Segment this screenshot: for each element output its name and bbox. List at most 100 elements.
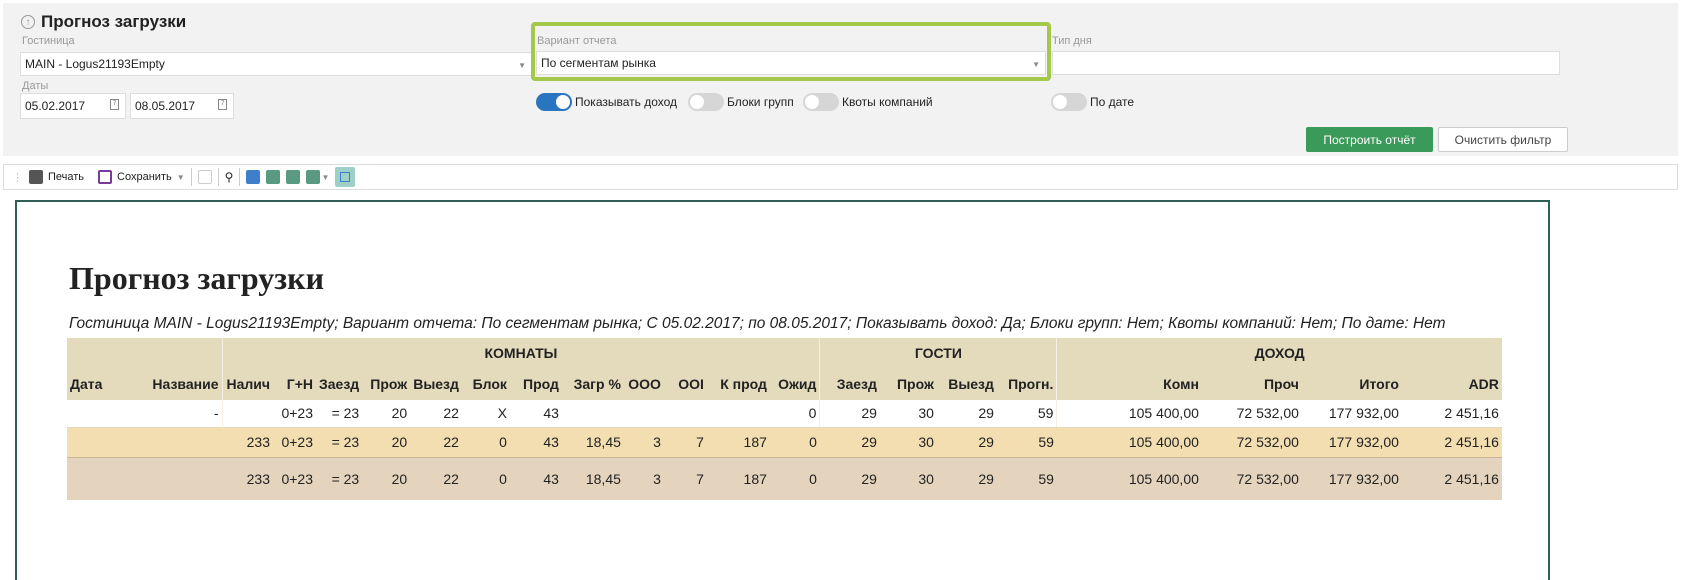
table-cell: 7 — [663, 456, 707, 500]
table-row: 233 0+23 = 23 20 22 0 43 18,45 3 7 187 0 29 30 29 59 105… — [67, 456, 1502, 500]
hotel-value: MAIN - Logus21193Empty — [25, 57, 165, 71]
drag-handle-icon[interactable]: ⋮ — [12, 171, 23, 184]
table-cell: = 23 — [316, 400, 363, 428]
daytype-select[interactable] — [1052, 51, 1560, 75]
divider — [217, 168, 219, 186]
toggle-company-quotas[interactable]: Квоты компаний — [803, 93, 933, 111]
table-cell — [706, 400, 770, 428]
date-from-input[interactable]: 05.02.2017 7 — [20, 93, 126, 119]
table-cell: 30 — [879, 427, 937, 457]
table-row: 233 0+23 = 23 20 22 0 43 18,45 3 7 187 0 29 30 29 59 105… — [67, 427, 1502, 457]
clipboard-icon[interactable] — [197, 170, 212, 184]
table-cell: 105 400,00 — [1056, 456, 1202, 500]
page-icon[interactable] — [266, 170, 281, 184]
printer-icon — [29, 170, 43, 184]
table-cell: 22 — [410, 456, 462, 500]
binoculars-icon[interactable]: ⚲ — [225, 170, 234, 184]
table-cell: 18,45 — [561, 456, 624, 500]
column-header: Дата — [67, 368, 140, 400]
divider — [239, 168, 241, 186]
column-header: Загр % — [561, 368, 624, 400]
save-label: Сохранить — [117, 171, 172, 183]
table-cell: 3 — [623, 456, 664, 500]
table-cell: 30 — [879, 400, 937, 428]
table-cell: 233 — [222, 427, 273, 457]
toggle-show-revenue[interactable]: Показывать доход — [536, 93, 677, 111]
table-cell: 43 — [509, 456, 562, 500]
table-cell: 59 — [996, 456, 1057, 500]
report-title: Прогноз загрузки — [69, 260, 325, 296]
table-cell: 233 — [222, 456, 273, 500]
save-button[interactable]: Сохранить ▼ — [98, 170, 185, 184]
table-cell: 20 — [362, 400, 411, 428]
table-cell: 7 — [663, 427, 707, 457]
calendar-icon[interactable]: 7 — [218, 99, 227, 110]
table-cell: 3 — [623, 427, 664, 457]
table-cell: 29 — [936, 456, 997, 500]
table-cell: 72 532,00 — [1201, 456, 1302, 500]
report-viewer: Прогноз загрузки Гостиница MAIN - Logus2… — [15, 200, 1550, 580]
clear-filter-button[interactable]: Очистить фильтр — [1438, 127, 1568, 152]
toggle-group-blocks[interactable]: Блоки групп — [688, 93, 794, 111]
table-cell: 2 451,16 — [1401, 427, 1502, 457]
column-header: Итого — [1301, 368, 1402, 400]
table-cell — [140, 427, 222, 457]
chevron-down-icon: ▼ — [518, 61, 526, 70]
toggle-switch[interactable] — [1051, 93, 1087, 111]
table-cell: 2 451,16 — [1401, 456, 1502, 500]
hotel-select[interactable]: MAIN - Logus21193Empty ▼ — [20, 52, 532, 76]
chevron-down-icon[interactable]: ▼ — [177, 173, 185, 182]
table-cell: 177 932,00 — [1301, 400, 1402, 428]
column-header: Прогн. — [996, 368, 1057, 400]
table-cell: 0+23 — [273, 456, 316, 500]
build-report-button[interactable]: Построить отчёт — [1306, 127, 1433, 152]
table-cell — [67, 400, 140, 428]
table-cell — [561, 400, 624, 428]
toggle-label: Блоки групп — [727, 95, 794, 109]
toggle-switch[interactable] — [688, 93, 724, 111]
two-pages-icon[interactable] — [286, 170, 301, 184]
table-cell: 0 — [461, 456, 510, 500]
multi-page-icon[interactable] — [306, 170, 321, 184]
table-cell: 59 — [996, 427, 1057, 457]
table-cell: - — [140, 400, 222, 428]
toggle-by-date[interactable]: По дате — [1051, 93, 1134, 111]
table-cell — [623, 400, 664, 428]
column-header: Выезд — [936, 368, 997, 400]
dates-label: Даты — [22, 80, 49, 92]
table-cell — [140, 456, 222, 500]
table-cell: 43 — [509, 427, 562, 457]
column-header: Заезд — [819, 368, 880, 400]
table-cell: = 23 — [316, 456, 363, 500]
table-cell: 29 — [936, 400, 997, 428]
single-page-icon[interactable] — [246, 170, 261, 184]
table-cell — [67, 427, 140, 457]
save-icon — [98, 170, 113, 184]
report-toolbar: ⋮ Печать Сохранить ▼ ⚲ ▼ — [3, 164, 1678, 190]
group-header: КОМНАТЫ — [221, 338, 820, 368]
toggle-switch[interactable] — [803, 93, 839, 111]
page-width-icon[interactable] — [335, 167, 356, 187]
column-header: Налич — [221, 368, 273, 400]
table-cell: 105 400,00 — [1056, 400, 1202, 428]
collapse-icon[interactable]: ↑ — [21, 15, 35, 29]
table-cell: 18,45 — [561, 427, 624, 457]
table-cell: 22 — [410, 427, 462, 457]
print-button[interactable]: Печать — [29, 170, 84, 184]
calendar-icon[interactable]: 7 — [110, 99, 119, 110]
date-to-input[interactable]: 08.05.2017 7 — [130, 93, 234, 119]
column-header: Название — [140, 368, 222, 400]
table-cell: 187 — [706, 427, 770, 457]
table-cell: 43 — [509, 400, 562, 428]
table-cell: 22 — [410, 400, 462, 428]
column-header: OOI — [663, 368, 707, 400]
table-cell: 0+23 — [273, 400, 316, 428]
table-cell: 177 932,00 — [1301, 427, 1402, 457]
table-cell: 72 532,00 — [1201, 427, 1302, 457]
column-header: К прод — [706, 368, 770, 400]
chevron-down-icon[interactable]: ▼ — [321, 173, 329, 182]
table-cell — [67, 456, 140, 500]
report-table: КОМНАТЫ ГОСТИ ДОХОД Дата Название Налич Г+Н Зае… — [67, 338, 1502, 500]
toggle-switch[interactable] — [536, 93, 572, 111]
daytype-label: Тип дня — [1052, 35, 1092, 47]
